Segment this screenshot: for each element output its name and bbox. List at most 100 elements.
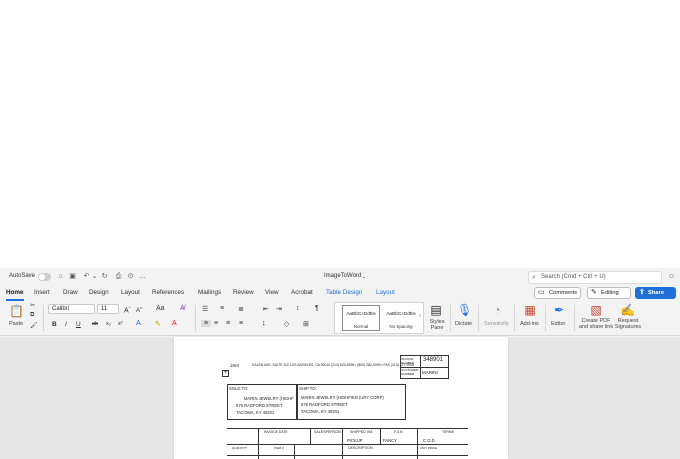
grow-font-icon[interactable]: A^ [124,305,131,314]
create-pdf-icon[interactable]: ▧ [589,303,603,317]
tab-layout[interactable]: Layout [121,289,140,296]
align-right-icon[interactable]: ≡ [226,320,230,327]
styles-pane-icon[interactable]: ▤ [429,303,443,317]
microphone-icon[interactable]: 🎙 [457,303,472,317]
cut-icon[interactable]: ✂ [30,302,35,309]
font-size-dropdown[interactable]: 11 [97,304,119,314]
col-item: ITEM # [274,446,284,450]
font-name-value: Calibri [52,306,70,312]
word-window: AutoSave ⌂ ▣ ↶ ⌄ ↻ ⎙ ⊙ … ImageToWord ⌄ ⌕… [0,268,680,459]
bold-icon[interactable]: B [52,321,57,328]
redo-icon[interactable]: ↻ [100,272,109,281]
subscript-icon[interactable]: x₂ [106,321,111,327]
fob-value: FANCY [383,438,397,443]
table-mid-border [227,444,468,445]
sold-to-city: TACOMA, KY 40201 [236,410,275,415]
document-area[interactable]: 19HI DALEN AVE, SUITE 110 LOS ANGELES, C… [0,337,680,459]
style-nospacing-sample: AaBbCcDdEe [386,312,416,317]
clear-formatting-icon[interactable]: A̸ [180,305,185,312]
invoice-number-label: INVOICE NUMBER [401,357,415,365]
account-icon[interactable]: ☺ [667,272,676,281]
styles-more-icon[interactable]: › [419,313,421,319]
tab-review[interactable]: Review [233,289,254,296]
comments-button[interactable]: ▭ Comments [534,287,581,299]
more-icon[interactable]: … [138,272,147,281]
align-left-icon[interactable]: ≡ [201,320,211,327]
tab-mailings[interactable]: Mailings [198,289,221,296]
editor-icon[interactable]: ✒ [552,303,566,317]
divider [195,305,196,331]
document-page[interactable]: 19HI DALEN AVE, SUITE 110 LOS ANGELES, C… [174,337,508,459]
shading-icon[interactable]: ◇ [284,320,289,328]
format-painter-icon[interactable]: 🖌 [30,322,38,329]
multilevel-list-icon[interactable]: ≣ [238,305,244,313]
font-size-value: 11 [101,306,108,312]
request-signatures-icon[interactable]: ✍ [620,303,635,317]
share-icon: ⇪ [639,289,645,296]
home-icon[interactable]: ⌂ [56,272,65,281]
tab-acrobat[interactable]: Acrobat [291,289,313,296]
customize-icon[interactable]: ⊙ [126,272,135,281]
save-icon[interactable]: ▣ [68,272,77,281]
table-move-handle-icon[interactable]: + [222,370,229,377]
shrink-font-icon[interactable]: Av [136,305,142,314]
print-icon[interactable]: ⎙ [114,272,123,281]
style-normal[interactable]: AaBbCcDdEe Normal [342,305,380,331]
tab-references[interactable]: References [152,289,184,296]
tab-design[interactable]: Design [89,289,109,296]
align-center-icon[interactable]: ≡ [214,320,218,327]
copy-icon[interactable]: ⧉ [30,312,34,319]
font-name-dropdown[interactable]: Calibri [48,304,95,314]
decrease-indent-icon[interactable]: ⇤ [263,305,269,313]
change-case-icon[interactable]: Aa [156,305,165,312]
underline-icon[interactable]: U [76,321,81,328]
tab-view[interactable]: View [265,289,279,296]
title-chevron-icon[interactable]: ⌄ [362,274,366,280]
numbering-icon[interactable]: ≡ [220,305,224,312]
styles-pane-label: Styles Pane [429,319,445,331]
style-normal-label: Normal [353,324,369,329]
font-color-icon[interactable]: A [172,320,177,327]
tab-table-design[interactable]: Table Design [326,289,362,296]
tab-insert[interactable]: Insert [34,289,50,296]
borders-icon[interactable]: ⊞ [303,320,309,328]
addins-label: Add-ins [520,321,539,327]
italic-icon[interactable]: I [65,321,67,328]
line-spacing-icon[interactable]: ↨ [262,320,266,327]
tab-draw[interactable]: Draw [63,289,78,296]
document-title[interactable]: ImageToWord [324,273,361,279]
pilcrow-icon[interactable]: ¶ [315,305,319,312]
style-no-spacing[interactable]: AaBbCcDdEe No Spacing [382,305,420,331]
ship-to-name: MARIN JEWELRY (HIGHFIED (URY CORP) [301,395,384,400]
ship-to-street: 576 RADFORD STREET. [301,402,349,407]
paste-icon[interactable]: 📋 [9,304,24,318]
divider [310,428,311,444]
superscript-icon[interactable]: x² [118,321,123,327]
text-effects-icon[interactable]: A [136,320,141,327]
bullets-icon[interactable]: ☰ [202,305,208,313]
strikethrough-icon[interactable]: ab [92,321,98,327]
col-invoice-date: INVOICE DATE [264,430,288,434]
terms-value: C.O.D. [423,438,436,443]
justify-icon[interactable]: ≡ [239,320,243,327]
title-bar: AutoSave ⌂ ▣ ↶ ⌄ ↻ ⎙ ⊙ … ImageToWord ⌄ ⌕… [0,268,680,287]
editing-button[interactable]: ✎ Editing [587,287,631,299]
sort-icon[interactable]: ↕ [296,305,300,312]
pencil-icon: ✎ [591,289,597,296]
undo-dropdown-icon[interactable]: ⌄ [90,272,99,281]
autosave-toggle[interactable] [38,273,51,281]
share-button[interactable]: ⇪ Share [635,287,676,299]
tab-table-layout[interactable]: Layout [376,289,395,296]
col-quantity: QUANTITY [232,446,248,450]
header-small: 19HI [230,363,239,368]
create-pdf-label: Create PDF and share link [578,318,614,330]
addins-icon[interactable]: ▦ [523,303,537,317]
search-box[interactable]: ⌕ Search (Cmd + Ctrl + U) [528,271,662,284]
highlight-icon[interactable]: ✎ [155,320,161,328]
increase-indent-icon[interactable]: ⇥ [276,305,282,313]
sensitivity-icon[interactable]: ◔ [490,303,504,317]
divider [294,444,295,459]
tab-home[interactable]: Home [6,289,24,301]
share-label: Share [648,290,665,296]
dictate-label: Dictate [455,321,473,327]
